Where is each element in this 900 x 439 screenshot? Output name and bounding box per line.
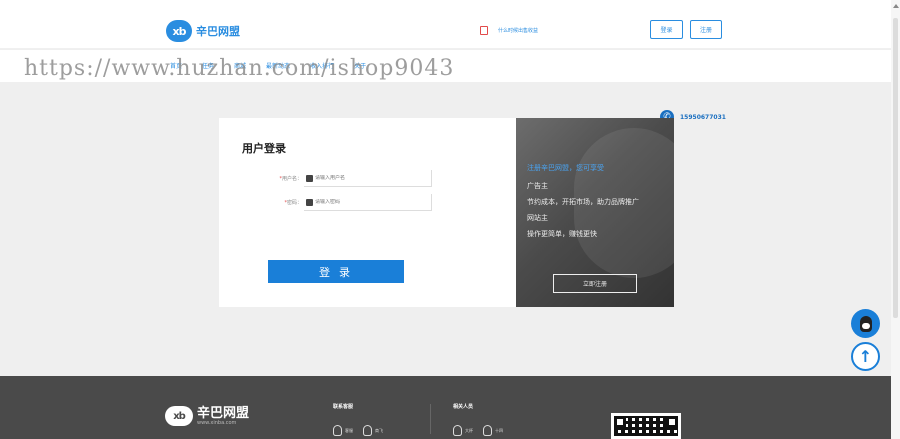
- qq-icon: [859, 315, 872, 332]
- login-panel: 用户登录 *用户名： *密码： 登 录: [219, 118, 516, 307]
- qq-icon: [333, 425, 342, 436]
- register-button[interactable]: 注册: [690, 20, 722, 39]
- qr-corner-marker: [666, 416, 678, 428]
- login-title: 用户登录: [242, 142, 286, 155]
- qr-corner-marker: [614, 416, 626, 428]
- watermark-text: https://www.huzhan.com/ishop9043: [24, 56, 455, 81]
- footer-divider: [430, 404, 431, 434]
- username-row: *用户名：: [269, 170, 432, 187]
- promo-panel: 注册辛巴网盟，您可享受 广告主 节约成本，开拓市场，助力品牌推广 网站主 操作更…: [516, 118, 674, 307]
- site-logo[interactable]: xb 辛巴网盟: [166, 20, 240, 42]
- footer-logo: xb 辛巴网盟 www.xinba.com: [165, 406, 249, 426]
- footer-logo-icon: xb: [165, 406, 193, 426]
- qq-icon: [363, 425, 372, 436]
- top-header: xb 辛巴网盟 什么时候出售收益 登录 注册: [0, 0, 900, 49]
- logo-icon: xb: [166, 20, 192, 42]
- password-label: *密码：: [269, 199, 302, 206]
- password-field-wrap: [304, 194, 432, 211]
- staff-title: 相关人员: [453, 404, 474, 410]
- service-contact-label: 客服: [345, 427, 353, 433]
- qr-code-image: [611, 413, 681, 439]
- notice-text: 什么时候出售收益: [498, 28, 539, 34]
- staff-contact-label: 十四: [495, 427, 503, 433]
- staff-contact-label: 大杯: [465, 427, 473, 433]
- service-contact-label: 商飞: [375, 427, 383, 433]
- scroll-up-icon[interactable]: [893, 4, 899, 8]
- promo-heading: 注册辛巴网盟，您可享受: [527, 164, 604, 172]
- register-now-button[interactable]: 立即注册: [553, 274, 637, 293]
- footer-brand: 辛巴网盟 www.xinba.com: [197, 407, 249, 426]
- qq-chat-button[interactable]: [851, 309, 880, 338]
- password-label-text: 密码：: [286, 200, 302, 206]
- qq-icon: [483, 425, 492, 436]
- promo-line: 节约成本，开拓市场，助力品牌推广: [527, 198, 639, 206]
- username-label: *用户名：: [269, 175, 302, 182]
- logo-text: 辛巴网盟: [196, 25, 240, 38]
- service-items: 客服 商飞: [333, 425, 393, 436]
- username-field-wrap: [304, 170, 432, 187]
- qq-icon: [453, 425, 462, 436]
- staff-items: 大杯 十四: [453, 425, 513, 436]
- service-contact[interactable]: 客服: [333, 425, 353, 436]
- promo-line: 广告主: [527, 182, 548, 190]
- footer-staff-column: 相关人员 大杯 十四: [453, 403, 513, 436]
- username-label-text: 用户名：: [281, 176, 302, 182]
- promo-line: 网站主: [527, 214, 548, 222]
- notice-link[interactable]: 什么时候出售收益: [480, 26, 538, 35]
- staff-contact[interactable]: 十四: [483, 425, 503, 436]
- staff-contact[interactable]: 大杯: [453, 425, 473, 436]
- back-to-top-button[interactable]: ↑: [851, 342, 880, 371]
- password-row: *密码：: [269, 194, 432, 211]
- service-title: 联系客服: [333, 404, 354, 410]
- username-input[interactable]: [315, 175, 425, 181]
- footer-service-column: 联系客服 客服 商飞: [333, 403, 393, 436]
- phone-number: 15950677031: [680, 113, 726, 121]
- footer-brand-name: 辛巴网盟: [197, 405, 250, 421]
- speaker-icon: [480, 26, 488, 35]
- scroll-thumb[interactable]: [893, 18, 898, 318]
- lock-icon: [306, 198, 313, 206]
- login-submit-button[interactable]: 登 录: [268, 260, 404, 283]
- footer: xb 辛巴网盟 www.xinba.com 联系客服 客服 商飞 相关人员 大杯: [0, 376, 891, 439]
- service-contact[interactable]: 商飞: [363, 425, 383, 436]
- scrollbar[interactable]: [891, 0, 900, 439]
- promo-line: 操作更简单，赚钱更快: [527, 230, 597, 238]
- password-input[interactable]: [315, 199, 425, 205]
- user-icon: [306, 174, 313, 182]
- login-button[interactable]: 登录: [650, 20, 683, 39]
